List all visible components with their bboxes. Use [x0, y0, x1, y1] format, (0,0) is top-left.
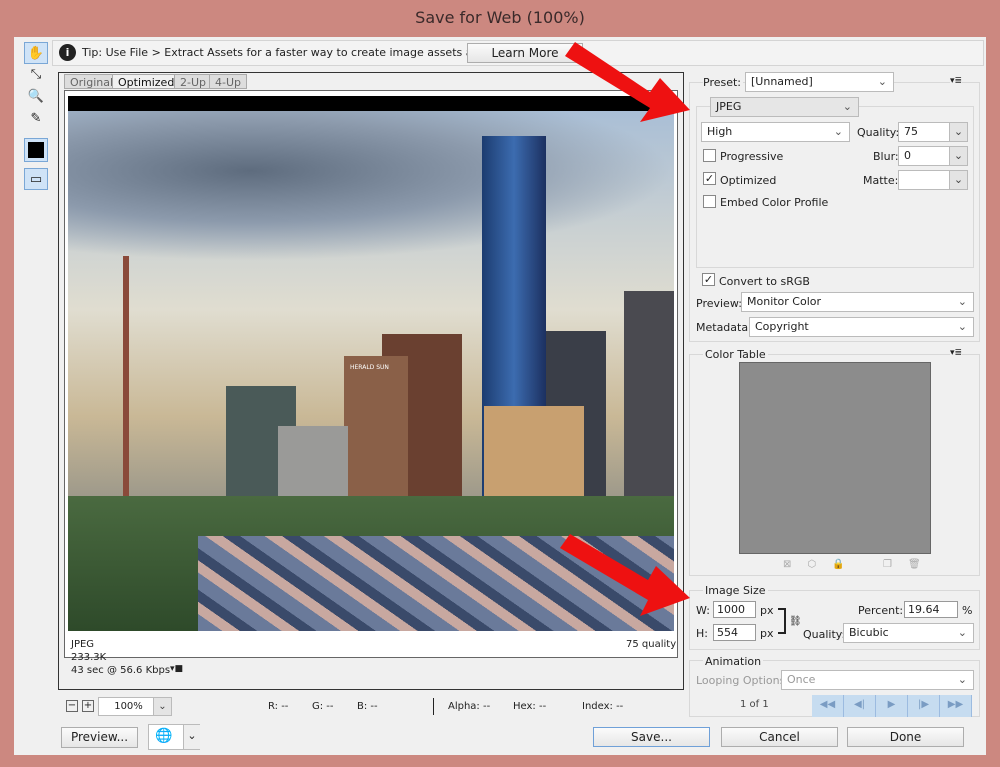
red-arrow-icon	[560, 42, 690, 616]
annotation-arrows	[560, 42, 690, 616]
